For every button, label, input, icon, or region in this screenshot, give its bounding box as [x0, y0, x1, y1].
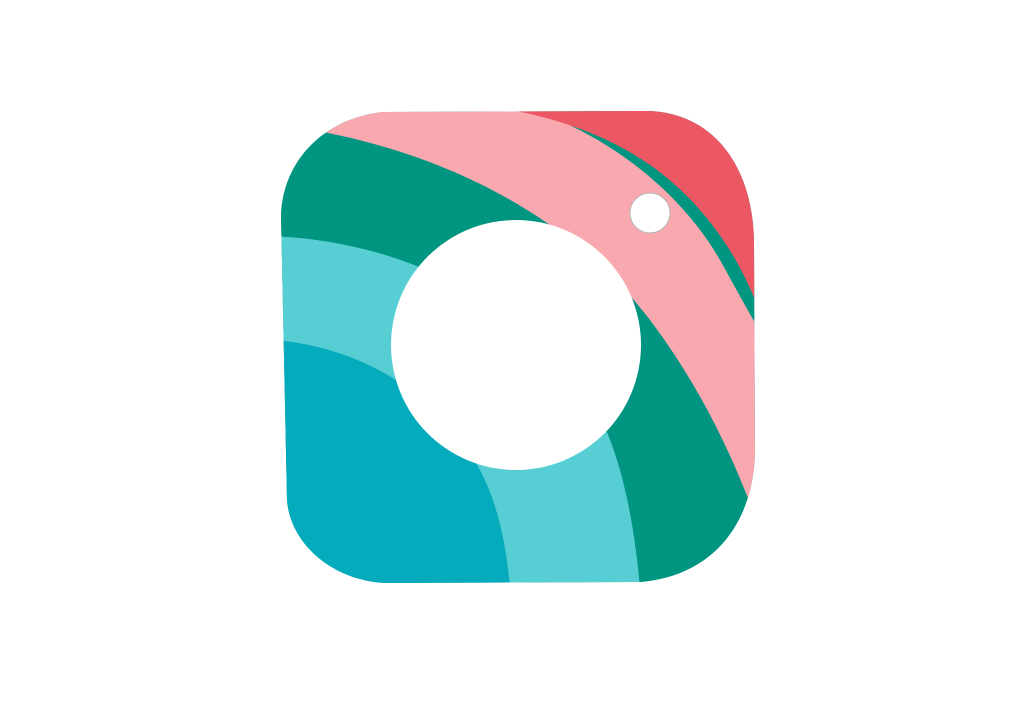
- flash-dot: [629, 192, 671, 234]
- canvas: [0, 0, 1024, 715]
- lens-circle: [391, 220, 641, 470]
- camera-logo-icon: [281, 111, 755, 583]
